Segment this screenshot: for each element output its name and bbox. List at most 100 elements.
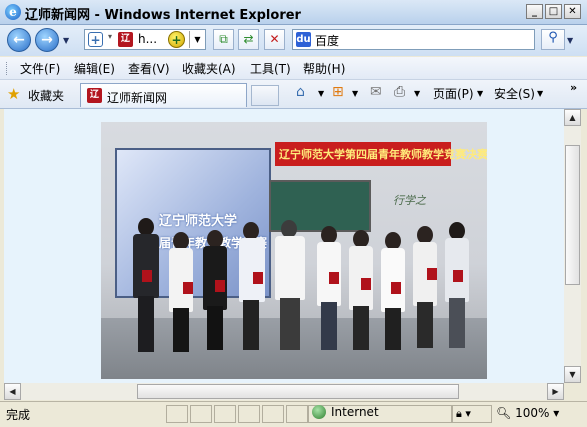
zoom-icon: 🔍︎ — [496, 406, 512, 420]
page-dropdown[interactable]: ▼ — [477, 89, 483, 98]
minimize-button[interactable]: _ — [526, 4, 543, 19]
scroll-down-button[interactable]: ▼ — [564, 366, 581, 383]
certificate — [142, 270, 152, 282]
arrow-right-icon: → — [41, 32, 53, 48]
person-legs — [173, 308, 189, 352]
menu-bar: 文件(F) 编辑(E) 查看(V) 收藏夹(A) 工具(T) 帮助(H) — [0, 57, 587, 80]
person-legs — [138, 296, 154, 352]
person-body — [381, 248, 405, 312]
favorites-bar: ★ 收藏夹 辽 辽师新闻网 ⌂ ▼ ⊞ ▼ ✉ ⎙ ▼ 页面(P) ▼ 安全(S… — [0, 80, 587, 109]
search-options-dropdown[interactable]: ▼ — [567, 36, 573, 45]
scroll-right-button[interactable]: ▶ — [547, 383, 564, 400]
compatibility-view-button[interactable]: ⧉ — [213, 29, 234, 50]
person-legs — [353, 306, 369, 350]
person-legs — [417, 302, 433, 348]
person-body — [239, 238, 265, 302]
stop-button[interactable]: ✕ — [264, 29, 285, 50]
feeds-icon[interactable]: ⊞ — [332, 84, 344, 100]
toolbar-overflow-button[interactable]: » — [570, 81, 577, 94]
screen-caption-university: 辽宁师范大学 — [159, 214, 238, 229]
tab-favicon: 辽 — [87, 88, 102, 103]
refresh-button[interactable]: ⇄ — [238, 29, 259, 50]
status-cell — [286, 405, 308, 423]
zoom-level: 100% — [515, 406, 550, 420]
certificate — [361, 278, 371, 290]
address-dropdown[interactable]: ▼ — [189, 31, 205, 48]
chevron-down-icon[interactable]: ▾ — [108, 32, 112, 41]
certificate — [215, 280, 225, 292]
recent-pages-dropdown[interactable]: ▼ — [63, 36, 69, 45]
menu-view[interactable]: 查看(V) — [128, 60, 170, 77]
forward-button[interactable]: → — [35, 28, 59, 52]
person-body — [203, 246, 227, 310]
safety-menu[interactable]: 安全(S) — [494, 85, 535, 102]
page-content: 辽宁师范大学 第四届青年教师教学竞赛 辽宁师范大学第四届青年教师教学竞赛决赛 行… — [4, 109, 564, 383]
stop-icon: ✕ — [269, 32, 280, 46]
person-legs — [243, 300, 259, 350]
safety-dropdown[interactable]: ▼ — [537, 89, 543, 98]
person-legs — [280, 298, 300, 350]
horizontal-scroll-thumb[interactable] — [137, 384, 459, 399]
protected-mode-cell — [452, 405, 492, 423]
scroll-left-button[interactable]: ◀ — [4, 383, 21, 400]
menu-file[interactable]: 文件(F) — [20, 60, 60, 77]
person-legs — [449, 298, 465, 348]
address-input[interactable]: h... — [138, 32, 157, 46]
certificate — [329, 272, 339, 284]
feeds-dropdown[interactable]: ▼ — [352, 89, 358, 98]
search-box[interactable]: du 百度 — [292, 29, 535, 50]
tab-active[interactable]: 辽 辽师新闻网 — [80, 83, 247, 107]
scroll-up-button[interactable]: ▲ — [564, 109, 581, 126]
menu-tools[interactable]: 工具(T) — [250, 60, 291, 77]
home-dropdown[interactable]: ▼ — [318, 89, 324, 98]
vertical-scroll-thumb[interactable] — [565, 145, 580, 285]
menu-help[interactable]: 帮助(H) — [303, 60, 345, 77]
status-bar: 完成 Internet 🔒︎ ▾ 🔍︎ 100% ▾ — [0, 401, 587, 427]
window-frame-right — [581, 109, 587, 405]
menu-favorites[interactable]: 收藏夹(A) — [182, 60, 236, 77]
favorites-button[interactable]: 收藏夹 — [28, 87, 64, 104]
status-cell — [262, 405, 284, 423]
go-icon[interactable]: + — [168, 31, 185, 48]
print-icon[interactable]: ⎙ — [394, 84, 405, 100]
vertical-scrollbar[interactable]: ▲ ▼ — [564, 109, 581, 383]
back-button[interactable]: ← — [7, 28, 31, 52]
scrollbar-corner — [564, 383, 581, 400]
red-banner: 辽宁师范大学第四届青年教师教学竞赛决赛 — [275, 142, 487, 166]
certificate — [453, 270, 463, 282]
favorites-star-icon[interactable]: ★ — [7, 85, 20, 103]
globe-icon — [312, 405, 326, 419]
print-dropdown[interactable]: ▼ — [414, 89, 420, 98]
site-favicon: 辽 — [118, 32, 133, 47]
search-icon: ⚲ — [548, 30, 558, 45]
certificate — [183, 282, 193, 294]
ie-logo-icon: e — [5, 4, 21, 20]
wall-decoration: 行学之 — [393, 194, 426, 207]
person-legs — [385, 308, 401, 350]
search-button[interactable]: ⚲ — [541, 29, 565, 50]
maximize-button[interactable]: □ — [545, 4, 562, 19]
certificate — [391, 282, 401, 294]
security-zone[interactable]: Internet — [312, 405, 379, 419]
toolbar-grip[interactable] — [6, 62, 9, 75]
tab-title: 辽师新闻网 — [107, 91, 168, 105]
status-cell — [166, 405, 188, 423]
page-menu[interactable]: 页面(P) — [433, 85, 474, 102]
close-button[interactable]: ✕ — [564, 4, 581, 19]
status-cell — [190, 405, 212, 423]
home-icon[interactable]: ⌂ — [296, 84, 305, 100]
address-bar[interactable]: + ▾ 辽 h... + ▼ — [84, 29, 206, 50]
mail-icon[interactable]: ✉ — [370, 84, 382, 100]
search-input[interactable]: 百度 — [315, 32, 339, 49]
new-tab-button[interactable] — [251, 85, 279, 106]
horizontal-scrollbar[interactable]: ◀ ▶ — [4, 383, 564, 400]
menu-edit[interactable]: 编辑(E) — [74, 60, 115, 77]
news-photo[interactable]: 辽宁师范大学 第四届青年教师教学竞赛 辽宁师范大学第四届青年教师教学竞赛决赛 行… — [101, 122, 487, 379]
status-cell — [238, 405, 260, 423]
arrow-left-icon: ← — [13, 32, 25, 48]
baidu-provider-icon: du — [296, 32, 311, 47]
window-title: 辽师新闻网 - Windows Internet Explorer — [25, 8, 301, 23]
add-tab-icon[interactable]: + — [88, 32, 103, 47]
zoom-button[interactable]: 🔍︎ 100% ▾ — [496, 406, 559, 420]
person-legs — [321, 302, 337, 350]
